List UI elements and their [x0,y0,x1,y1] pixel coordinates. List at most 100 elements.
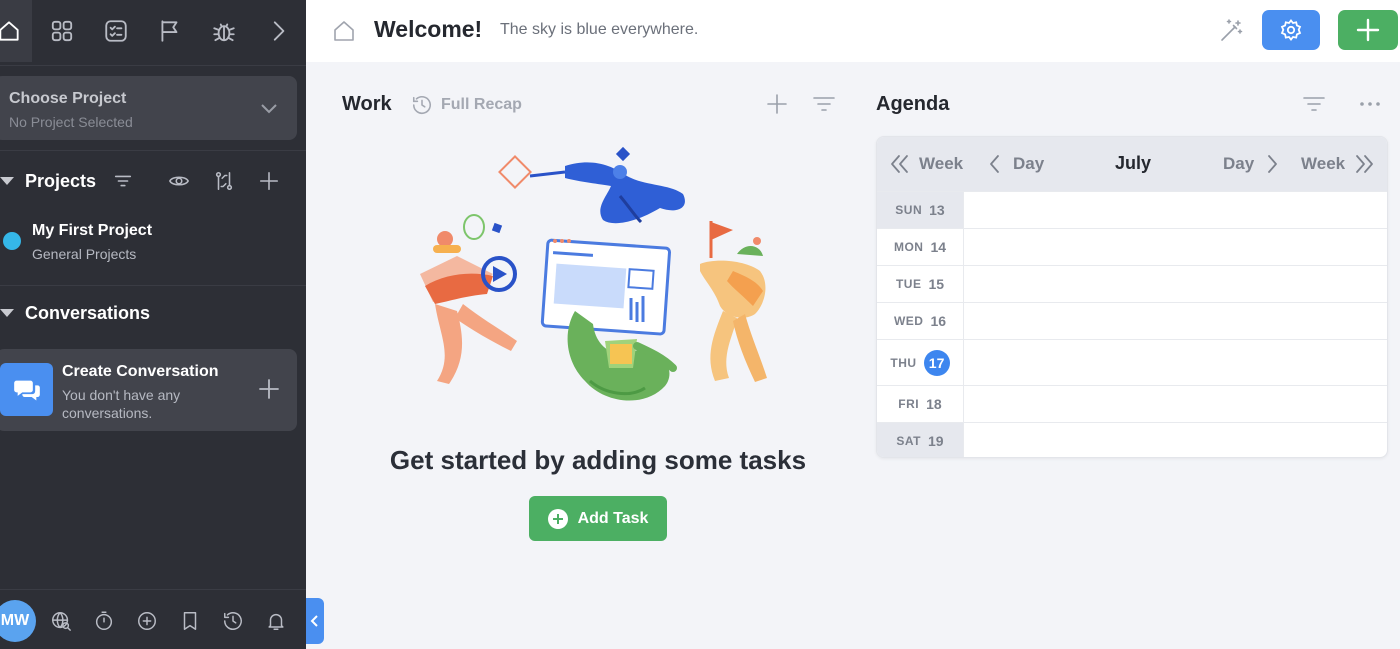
home-icon[interactable] [330,17,358,50]
nav-bugs-button[interactable] [201,0,247,62]
timer-icon[interactable] [93,610,117,634]
checklist-icon [105,20,127,42]
add-circle-icon[interactable] [136,610,160,634]
sidebar-bottom-bar: MW [0,589,306,649]
avatar[interactable]: MW [0,600,36,642]
eye-icon[interactable] [168,170,192,194]
day-number: 18 [926,396,942,412]
sidebar-divider [0,285,306,286]
add-new-button[interactable] [1338,10,1398,50]
calendar-day-row: MON 14 [877,228,1387,265]
day-slot[interactable] [963,303,1387,339]
day-slot[interactable] [963,423,1387,457]
day-number: 14 [930,239,947,255]
settings-button[interactable] [1262,10,1320,50]
grid-icon [51,20,73,42]
conversations-section-title: Conversations [25,302,151,323]
day-slot[interactable] [963,192,1387,228]
agenda-calendar: Week Day July Day Week SUN 13 MON 14 TUE 15… [876,136,1388,458]
magic-wand-icon[interactable] [1218,18,1244,49]
day-label: FRI 18 [877,386,963,422]
chat-bubbles-icon [0,363,53,416]
conversations-section-header[interactable]: Conversations [0,298,150,328]
day-number: 19 [928,433,944,449]
bell-icon[interactable] [265,610,289,634]
day-number: 13 [929,202,945,218]
globe-search-icon[interactable] [50,610,74,634]
add-project-icon[interactable] [258,170,282,194]
choose-project-subtitle: No Project Selected [9,114,133,130]
add-task-label: Add Task [577,509,649,527]
calendar-header: Week Day July Day Week [877,137,1387,191]
calendar-day-row: FRI 18 [877,385,1387,422]
today-badge: 17 [923,349,950,376]
day-label: THU 17 [877,340,963,385]
create-conversation-title: Create Conversation [62,363,219,380]
empty-state-illustration [420,146,767,401]
next-week-button[interactable]: Week [1301,153,1375,175]
day-label: TUE 15 [877,266,963,302]
create-conversation-subtitle: You don't have any conversations. [62,387,181,421]
compare-icon[interactable] [213,170,237,194]
day-slot[interactable] [963,340,1387,385]
add-work-icon[interactable] [765,92,789,116]
day-label: WED 16 [877,303,963,339]
more-options-icon[interactable] [1358,92,1382,116]
double-chevron-right-icon [1356,155,1374,173]
create-conversation-card[interactable]: Create Conversation You don't have any c… [0,349,297,431]
day-name: SUN [895,203,923,217]
sidebar-collapse-button[interactable] [306,598,324,644]
plus-icon [1356,18,1380,42]
day-slot[interactable] [963,266,1387,302]
day-name: MON [893,240,924,254]
projects-section-title: Projects [25,170,97,191]
choose-project-dropdown[interactable]: Choose Project No Project Selected [0,76,297,140]
next-day-label: Day [1223,154,1255,173]
project-name: My First Project [32,222,153,239]
empty-state-title: Get started by adding some tasks [389,445,807,475]
day-label: SUN 13 [877,192,963,228]
day-name: SAT [896,434,922,448]
day-name: WED [893,314,924,328]
plus-icon[interactable] [257,377,281,406]
filter-icon[interactable] [112,170,136,194]
bug-icon [213,23,235,42]
page-title: Welcome! [374,16,483,42]
nav-tasks-button[interactable] [93,0,139,62]
chevron-right-icon [1268,155,1278,173]
next-day-button[interactable]: Day [1223,153,1282,175]
calendar-day-row: TUE 15 [877,265,1387,302]
nav-dashboard-button[interactable] [39,0,85,62]
project-color-dot [3,232,21,250]
bookmark-icon[interactable] [179,610,203,634]
day-slot[interactable] [963,229,1387,265]
sidebar: Choose Project No Project Selected Proje… [0,0,306,649]
nav-home-button[interactable] [0,0,32,62]
projects-section-header[interactable]: Projects [0,166,96,196]
flag-icon [161,20,178,42]
choose-project-title: Choose Project [9,90,127,107]
caret-down-icon [0,309,14,317]
day-name: FRI [898,397,920,411]
day-name: THU [890,355,917,370]
project-item[interactable]: My First Project General Projects [0,216,306,268]
day-name: TUE [895,277,922,291]
project-category: General Projects [32,246,137,262]
gear-icon [1280,19,1302,41]
nav-milestones-button[interactable] [147,0,193,62]
day-number: 16 [930,313,947,329]
day-label: MON 14 [877,229,963,265]
calendar-day-row: SUN 13 [877,191,1387,228]
full-recap-label: Full Recap [441,96,522,113]
chevron-left-icon [310,615,318,627]
add-task-button[interactable]: Add Task [529,496,667,541]
full-recap-button[interactable]: Full Recap [411,93,522,117]
nav-more-button[interactable] [255,0,301,62]
chevron-down-icon [259,98,279,123]
filter-icon[interactable] [812,92,836,116]
history-icon[interactable] [222,610,246,634]
day-slot[interactable] [963,386,1387,422]
filter-icon[interactable] [1302,92,1326,116]
next-week-label: Week [1301,154,1346,173]
sidebar-divider [0,150,306,151]
